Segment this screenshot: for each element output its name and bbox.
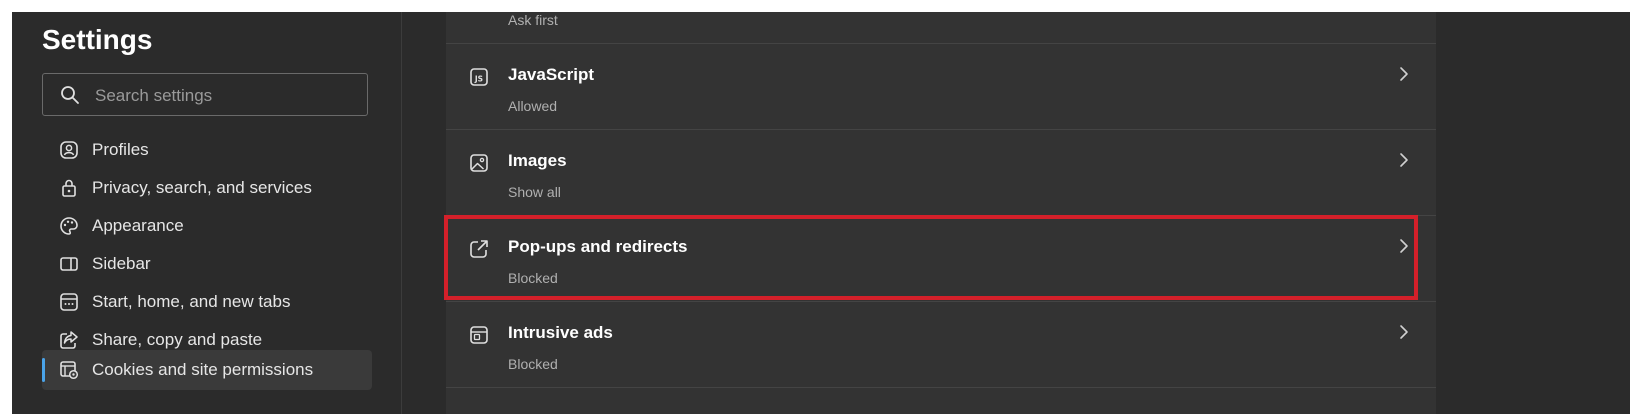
sidebar-item-privacy[interactable]: Privacy, search, and services <box>42 168 372 208</box>
permission-title: Intrusive ads <box>508 323 613 342</box>
permission-status: Allowed <box>508 98 558 114</box>
permission-row-images[interactable]: Images Show all <box>446 130 1436 216</box>
sidebar-item-label: Sidebar <box>92 254 151 273</box>
svg-text:JS: JS <box>474 75 483 84</box>
settings-sidebar: Settings Profiles Privacy, search, and s… <box>12 12 402 414</box>
sidebar-item-sidebar[interactable]: Sidebar <box>42 244 372 284</box>
sidebar-item-profiles[interactable]: Profiles <box>42 130 372 170</box>
share-icon <box>58 329 80 351</box>
popup-redirect-icon <box>468 238 490 260</box>
search-icon <box>59 84 81 106</box>
sidebar-item-appearance[interactable]: Appearance <box>42 206 372 246</box>
permission-row-popups[interactable]: Pop-ups and redirects Blocked <box>446 216 1436 302</box>
lock-icon <box>58 177 80 199</box>
sidebar-item-label: Privacy, search, and services <box>92 178 312 197</box>
chevron-right-icon <box>1396 64 1412 84</box>
chevron-right-icon <box>1396 236 1412 256</box>
permission-title: Images <box>508 151 567 170</box>
sidebar-item-label: Appearance <box>92 216 184 235</box>
home-tab-icon <box>58 291 80 313</box>
chevron-right-icon <box>1396 150 1412 170</box>
permission-row-javascript[interactable]: JS JavaScript Allowed <box>446 44 1436 130</box>
page-title: Settings <box>42 24 153 55</box>
permission-status: Ask first <box>508 12 558 28</box>
chevron-right-icon <box>1396 322 1412 342</box>
permission-row-partial[interactable]: Ask first <box>446 12 1436 44</box>
javascript-icon: JS <box>468 66 490 88</box>
profiles-icon <box>58 139 80 161</box>
permission-status: Blocked <box>508 356 558 372</box>
sidebar-item-label: Share, copy and paste <box>92 330 263 349</box>
image-icon <box>468 152 490 174</box>
permissions-list: Ask first JS JavaScript Allowed Images S… <box>446 12 1436 414</box>
permission-row-intrusive-ads[interactable]: Intrusive ads Blocked <box>446 302 1436 388</box>
cookies-permissions-icon <box>58 359 80 381</box>
sidebar-item-cookies[interactable]: Cookies and site permissions <box>42 350 372 390</box>
palette-icon <box>58 215 80 237</box>
sidebar-icon <box>58 253 80 275</box>
search-input[interactable] <box>93 74 367 117</box>
sidebar-item-label: Profiles <box>92 140 149 159</box>
permission-status: Blocked <box>508 270 558 286</box>
sidebar-item-label: Cookies and site permissions <box>92 360 314 379</box>
sidebar-item-start-home[interactable]: Start, home, and new tabs <box>42 282 372 322</box>
permission-title: Pop-ups and redirects <box>508 237 688 256</box>
sidebar-item-label: Start, home, and new tabs <box>92 292 291 311</box>
permission-title: JavaScript <box>508 65 594 84</box>
intrusive-ads-icon <box>468 324 490 346</box>
settings-window: Settings Profiles Privacy, search, and s… <box>12 12 1630 414</box>
search-box[interactable] <box>42 73 368 117</box>
site-permissions-content: Ask first JS JavaScript Allowed Images S… <box>402 12 1630 414</box>
permission-status: Show all <box>508 184 561 200</box>
